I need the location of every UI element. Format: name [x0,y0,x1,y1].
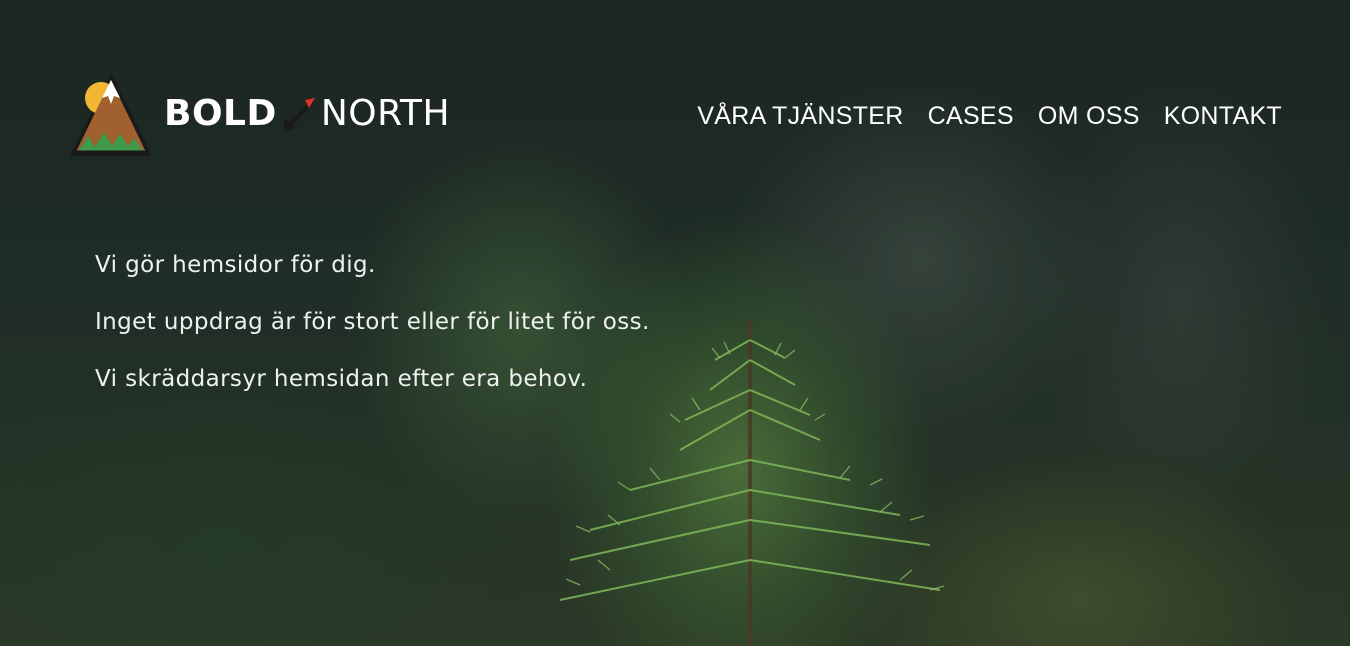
hero-section: BOLD NORTH VÅRA TJÄNSTER CASES OM OSS KO… [0,0,1350,646]
mountain-badge-icon [70,72,152,156]
compass-arrow-icon [282,98,315,130]
main-navigation: VÅRA TJÄNSTER CASES OM OSS KONTAKT [697,100,1282,132]
nav-item-kontakt[interactable]: KONTAKT [1164,100,1282,132]
brand-logo-link[interactable]: BOLD NORTH [68,68,450,160]
nav-item-vara-tjanster[interactable]: VÅRA TJÄNSTER [697,100,903,132]
hero-tagline: Vi gör hemsidor för dig. Inget uppdrag ä… [95,250,650,421]
nav-item-om-oss[interactable]: OM OSS [1038,100,1140,132]
hero-line-1: Vi gör hemsidor för dig. [95,252,376,278]
nav-item-cases[interactable]: CASES [928,100,1014,132]
brand-name-bold: BOLD [164,93,277,134]
brand-wordmark: BOLD NORTH [164,96,450,132]
hero-line-3: Vi skräddarsyr hemsidan efter era behov. [95,366,588,392]
hero-line-2: Inget uppdrag är för stort eller för lit… [95,309,650,335]
brand-name-light: NORTH [320,93,451,134]
